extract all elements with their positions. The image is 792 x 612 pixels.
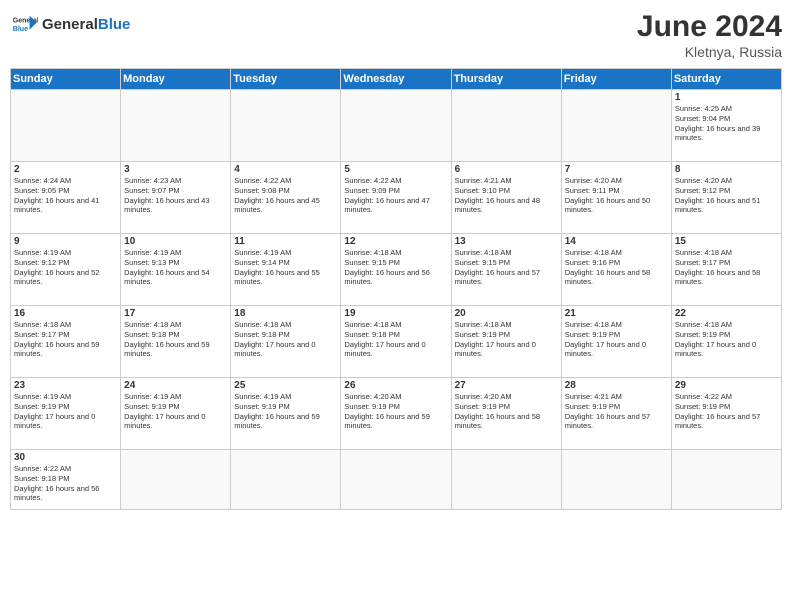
header: General Blue GeneralBlue June 2024 Kletn… (10, 10, 782, 60)
day-9: 9 Sunrise: 4:19 AM Sunset: 9:12 PM Dayli… (11, 234, 121, 306)
empty-cell (561, 90, 671, 162)
empty-cell (341, 450, 451, 510)
empty-cell (451, 450, 561, 510)
page: General Blue GeneralBlue June 2024 Kletn… (0, 0, 792, 612)
table-row: 23 Sunrise: 4:19 AM Sunset: 9:19 PM Dayl… (11, 378, 782, 450)
empty-cell (231, 90, 341, 162)
logo-icon: General Blue (10, 10, 38, 38)
day-22: 22 Sunrise: 4:18 AM Sunset: 9:19 PM Dayl… (671, 306, 781, 378)
empty-cell (671, 450, 781, 510)
day-1: 1 Sunrise: 4:25 AM Sunset: 9:04 PM Dayli… (671, 90, 781, 162)
empty-cell (11, 90, 121, 162)
day-7: 7 Sunrise: 4:20 AM Sunset: 9:11 PM Dayli… (561, 162, 671, 234)
table-row: 1 Sunrise: 4:25 AM Sunset: 9:04 PM Dayli… (11, 90, 782, 162)
day-17: 17 Sunrise: 4:18 AM Sunset: 9:18 PM Dayl… (121, 306, 231, 378)
day-29: 29 Sunrise: 4:22 AM Sunset: 9:19 PM Dayl… (671, 378, 781, 450)
day-11: 11 Sunrise: 4:19 AM Sunset: 9:14 PM Dayl… (231, 234, 341, 306)
table-row: 2 Sunrise: 4:24 AM Sunset: 9:05 PM Dayli… (11, 162, 782, 234)
day-2: 2 Sunrise: 4:24 AM Sunset: 9:05 PM Dayli… (11, 162, 121, 234)
day-6: 6 Sunrise: 4:21 AM Sunset: 9:10 PM Dayli… (451, 162, 561, 234)
day-21: 21 Sunrise: 4:18 AM Sunset: 9:19 PM Dayl… (561, 306, 671, 378)
day-3: 3 Sunrise: 4:23 AM Sunset: 9:07 PM Dayli… (121, 162, 231, 234)
day-12: 12 Sunrise: 4:18 AM Sunset: 9:15 PM Dayl… (341, 234, 451, 306)
weekday-header-row: Sunday Monday Tuesday Wednesday Thursday… (11, 69, 782, 90)
empty-cell (561, 450, 671, 510)
day-10: 10 Sunrise: 4:19 AM Sunset: 9:13 PM Dayl… (121, 234, 231, 306)
day-19: 19 Sunrise: 4:18 AM Sunset: 9:18 PM Dayl… (341, 306, 451, 378)
header-monday: Monday (121, 69, 231, 90)
table-row: 16 Sunrise: 4:18 AM Sunset: 9:17 PM Dayl… (11, 306, 782, 378)
header-wednesday: Wednesday (341, 69, 451, 90)
svg-text:Blue: Blue (13, 26, 28, 33)
day-23: 23 Sunrise: 4:19 AM Sunset: 9:19 PM Dayl… (11, 378, 121, 450)
day-4: 4 Sunrise: 4:22 AM Sunset: 9:08 PM Dayli… (231, 162, 341, 234)
day-13: 13 Sunrise: 4:18 AM Sunset: 9:15 PM Dayl… (451, 234, 561, 306)
day-24: 24 Sunrise: 4:19 AM Sunset: 9:19 PM Dayl… (121, 378, 231, 450)
empty-cell (451, 90, 561, 162)
day-14: 14 Sunrise: 4:18 AM Sunset: 9:16 PM Dayl… (561, 234, 671, 306)
header-saturday: Saturday (671, 69, 781, 90)
day-30: 30 Sunrise: 4:22 AM Sunset: 9:18 PM Dayl… (11, 450, 121, 510)
table-row: 9 Sunrise: 4:19 AM Sunset: 9:12 PM Dayli… (11, 234, 782, 306)
day-16: 16 Sunrise: 4:18 AM Sunset: 9:17 PM Dayl… (11, 306, 121, 378)
empty-cell (121, 90, 231, 162)
header-tuesday: Tuesday (231, 69, 341, 90)
table-row: 30 Sunrise: 4:22 AM Sunset: 9:18 PM Dayl… (11, 450, 782, 510)
month-title: June 2024 (637, 10, 782, 44)
day-5: 5 Sunrise: 4:22 AM Sunset: 9:09 PM Dayli… (341, 162, 451, 234)
empty-cell (231, 450, 341, 510)
logo: General Blue GeneralBlue (10, 10, 130, 38)
logo-blue: Blue (98, 16, 131, 33)
location: Kletnya, Russia (637, 44, 782, 60)
day-20: 20 Sunrise: 4:18 AM Sunset: 9:19 PM Dayl… (451, 306, 561, 378)
header-thursday: Thursday (451, 69, 561, 90)
header-sunday: Sunday (11, 69, 121, 90)
day-18: 18 Sunrise: 4:18 AM Sunset: 9:18 PM Dayl… (231, 306, 341, 378)
day-27: 27 Sunrise: 4:20 AM Sunset: 9:19 PM Dayl… (451, 378, 561, 450)
day-25: 25 Sunrise: 4:19 AM Sunset: 9:19 PM Dayl… (231, 378, 341, 450)
day-28: 28 Sunrise: 4:21 AM Sunset: 9:19 PM Dayl… (561, 378, 671, 450)
empty-cell (341, 90, 451, 162)
empty-cell (121, 450, 231, 510)
calendar: Sunday Monday Tuesday Wednesday Thursday… (10, 68, 782, 510)
day-8: 8 Sunrise: 4:20 AM Sunset: 9:12 PM Dayli… (671, 162, 781, 234)
header-friday: Friday (561, 69, 671, 90)
day-15: 15 Sunrise: 4:18 AM Sunset: 9:17 PM Dayl… (671, 234, 781, 306)
title-block: June 2024 Kletnya, Russia (637, 10, 782, 60)
day-26: 26 Sunrise: 4:20 AM Sunset: 9:19 PM Dayl… (341, 378, 451, 450)
logo-general: General (42, 16, 98, 33)
